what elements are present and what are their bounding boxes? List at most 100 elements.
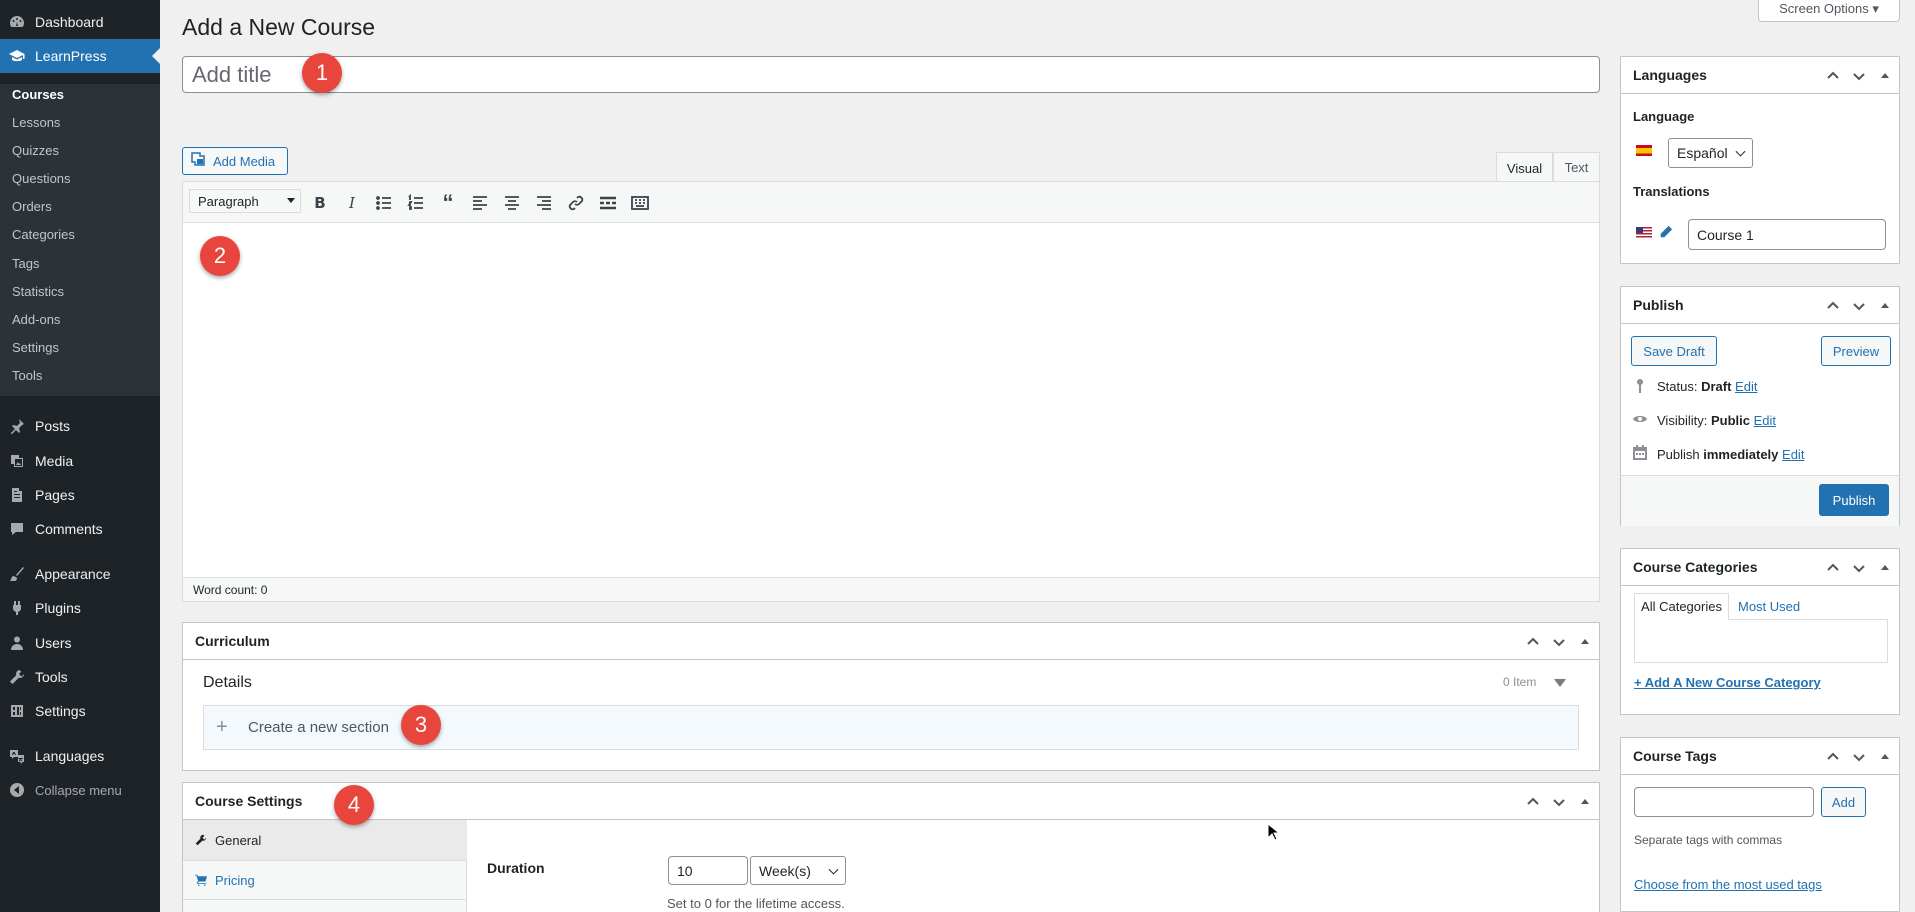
align-left-icon[interactable]	[470, 193, 490, 213]
categories-title: Course Categories	[1633, 559, 1758, 575]
submenu-quizzes[interactable]: Quizzes	[12, 143, 59, 158]
menu-settings[interactable]: Settings	[0, 694, 160, 728]
submenu-categories[interactable]: Categories	[12, 227, 75, 242]
edit-publish-time-link[interactable]: Edit	[1782, 447, 1804, 462]
box-controls	[1825, 549, 1893, 586]
submenu-tags[interactable]: Tags	[12, 256, 39, 271]
title-input[interactable]	[182, 56, 1600, 93]
preview-button[interactable]: Preview	[1821, 336, 1891, 366]
add-new-category-link[interactable]: + Add A New Course Category	[1634, 675, 1821, 690]
plus-icon: +	[216, 716, 228, 738]
chevron-up-icon[interactable]	[1825, 68, 1841, 84]
tag-input[interactable]	[1634, 787, 1814, 817]
menu-pages[interactable]: Pages	[0, 478, 160, 512]
submenu-settings[interactable]: Settings	[12, 340, 59, 355]
toggle-arrow-icon[interactable]	[1577, 634, 1593, 650]
menu-plugins[interactable]: Plugins	[0, 591, 160, 625]
toggle-arrow-icon[interactable]	[1577, 794, 1593, 810]
chevron-up-icon[interactable]	[1825, 298, 1841, 314]
choose-tags-link[interactable]: Choose from the most used tags	[1634, 877, 1822, 892]
settings-tabs: General Pricing	[183, 820, 467, 912]
toggle-arrow-icon[interactable]	[1877, 298, 1893, 314]
add-media-button[interactable]: Add Media	[182, 147, 288, 175]
publish-header: Publish	[1621, 287, 1899, 324]
pin-icon	[9, 418, 25, 434]
format-select[interactable]: Paragraph	[189, 189, 301, 213]
content-editor[interactable]: Paragraph B I “ Word count: 0	[182, 181, 1600, 602]
chevron-down-icon[interactable]	[1851, 560, 1867, 576]
translation-input[interactable]: Course 1	[1688, 219, 1886, 250]
tab-pricing[interactable]: Pricing	[183, 860, 467, 900]
tab-text[interactable]: Text	[1553, 152, 1600, 182]
chevron-down-icon[interactable]	[1551, 634, 1567, 650]
bold-icon[interactable]: B	[310, 193, 330, 213]
box-controls	[1525, 783, 1593, 820]
categories-header: Course Categories	[1621, 549, 1899, 586]
menu-learnpress[interactable]: LearnPress	[0, 39, 160, 73]
publish-button[interactable]: Publish	[1819, 484, 1889, 516]
tab-most-used[interactable]: Most Used	[1738, 599, 1800, 614]
chevron-down-icon[interactable]	[1851, 298, 1867, 314]
tab-visual[interactable]: Visual	[1496, 152, 1553, 183]
menu-label: Users	[35, 635, 72, 651]
align-right-icon[interactable]	[534, 193, 554, 213]
paintbrush-icon	[9, 566, 25, 582]
edit-visibility-link[interactable]: Edit	[1754, 413, 1776, 428]
submenu-lessons[interactable]: Lessons	[12, 115, 60, 130]
translation-icon	[9, 748, 25, 764]
read-more-icon[interactable]	[598, 193, 618, 213]
visibility-value: Public	[1710, 413, 1750, 428]
save-draft-button[interactable]: Save Draft	[1631, 336, 1717, 366]
caret-down-icon[interactable]	[1554, 679, 1566, 693]
chevron-up-icon[interactable]	[1525, 634, 1541, 650]
submenu-courses[interactable]: Courses	[12, 87, 64, 102]
collapse-menu-button[interactable]: Collapse menu	[0, 779, 160, 801]
plugin-icon	[9, 600, 25, 616]
numbered-list-icon[interactable]	[406, 193, 426, 213]
menu-dashboard[interactable]: Dashboard	[0, 5, 160, 39]
menu-posts[interactable]: Posts	[0, 409, 160, 443]
submenu-addons[interactable]: Add-ons	[12, 312, 60, 327]
submenu-orders[interactable]: Orders	[12, 199, 52, 214]
course-tags-box: Course Tags Add Separate tags with comma…	[1620, 737, 1900, 912]
toggle-arrow-icon[interactable]	[1877, 68, 1893, 84]
blockquote-icon[interactable]: “	[438, 190, 458, 215]
pencil-icon[interactable]	[1659, 225, 1673, 242]
chevron-up-icon[interactable]	[1525, 794, 1541, 810]
menu-media[interactable]: Media	[0, 444, 160, 478]
menu-appearance[interactable]: Appearance	[0, 557, 160, 591]
collapse-label: Collapse menu	[35, 782, 122, 798]
chevron-down-icon[interactable]	[1851, 749, 1867, 765]
publish-actions: Publish	[1621, 475, 1899, 526]
chevron-up-icon[interactable]	[1825, 749, 1841, 765]
chevron-down-icon[interactable]	[1851, 68, 1867, 84]
tab-general[interactable]: General	[183, 820, 467, 860]
languages-header: Languages	[1621, 57, 1899, 94]
submenu-questions[interactable]: Questions	[12, 171, 71, 186]
duration-input[interactable]: 10	[668, 856, 748, 885]
bullet-list-icon[interactable]	[374, 193, 394, 213]
dashboard-icon	[9, 14, 25, 30]
edit-status-link[interactable]: Edit	[1735, 379, 1757, 394]
screen-options-button[interactable]: Screen Options ▾	[1758, 0, 1900, 22]
menu-comments[interactable]: Comments	[0, 512, 160, 546]
tab-all-categories[interactable]: All Categories	[1634, 593, 1729, 620]
submenu-statistics[interactable]: Statistics	[12, 284, 64, 299]
chevron-up-icon[interactable]	[1825, 560, 1841, 576]
duration-unit-select[interactable]: Week(s)	[750, 856, 846, 885]
link-icon[interactable]	[566, 193, 586, 213]
toggle-arrow-icon[interactable]	[1877, 560, 1893, 576]
menu-tools[interactable]: Tools	[0, 660, 160, 694]
menu-label: Dashboard	[35, 14, 104, 30]
toggle-arrow-icon[interactable]	[1877, 749, 1893, 765]
align-center-icon[interactable]	[502, 193, 522, 213]
toolbar-toggle-icon[interactable]	[630, 193, 650, 213]
menu-languages[interactable]: Languages	[0, 739, 160, 773]
add-tag-button[interactable]: Add	[1821, 787, 1866, 817]
submenu-tools[interactable]: Tools	[12, 368, 42, 383]
language-select[interactable]: Español	[1668, 138, 1753, 168]
italic-icon[interactable]: I	[342, 193, 362, 213]
chevron-down-icon[interactable]	[1551, 794, 1567, 810]
menu-users[interactable]: Users	[0, 626, 160, 660]
publish-time-value: immediately	[1703, 447, 1779, 462]
